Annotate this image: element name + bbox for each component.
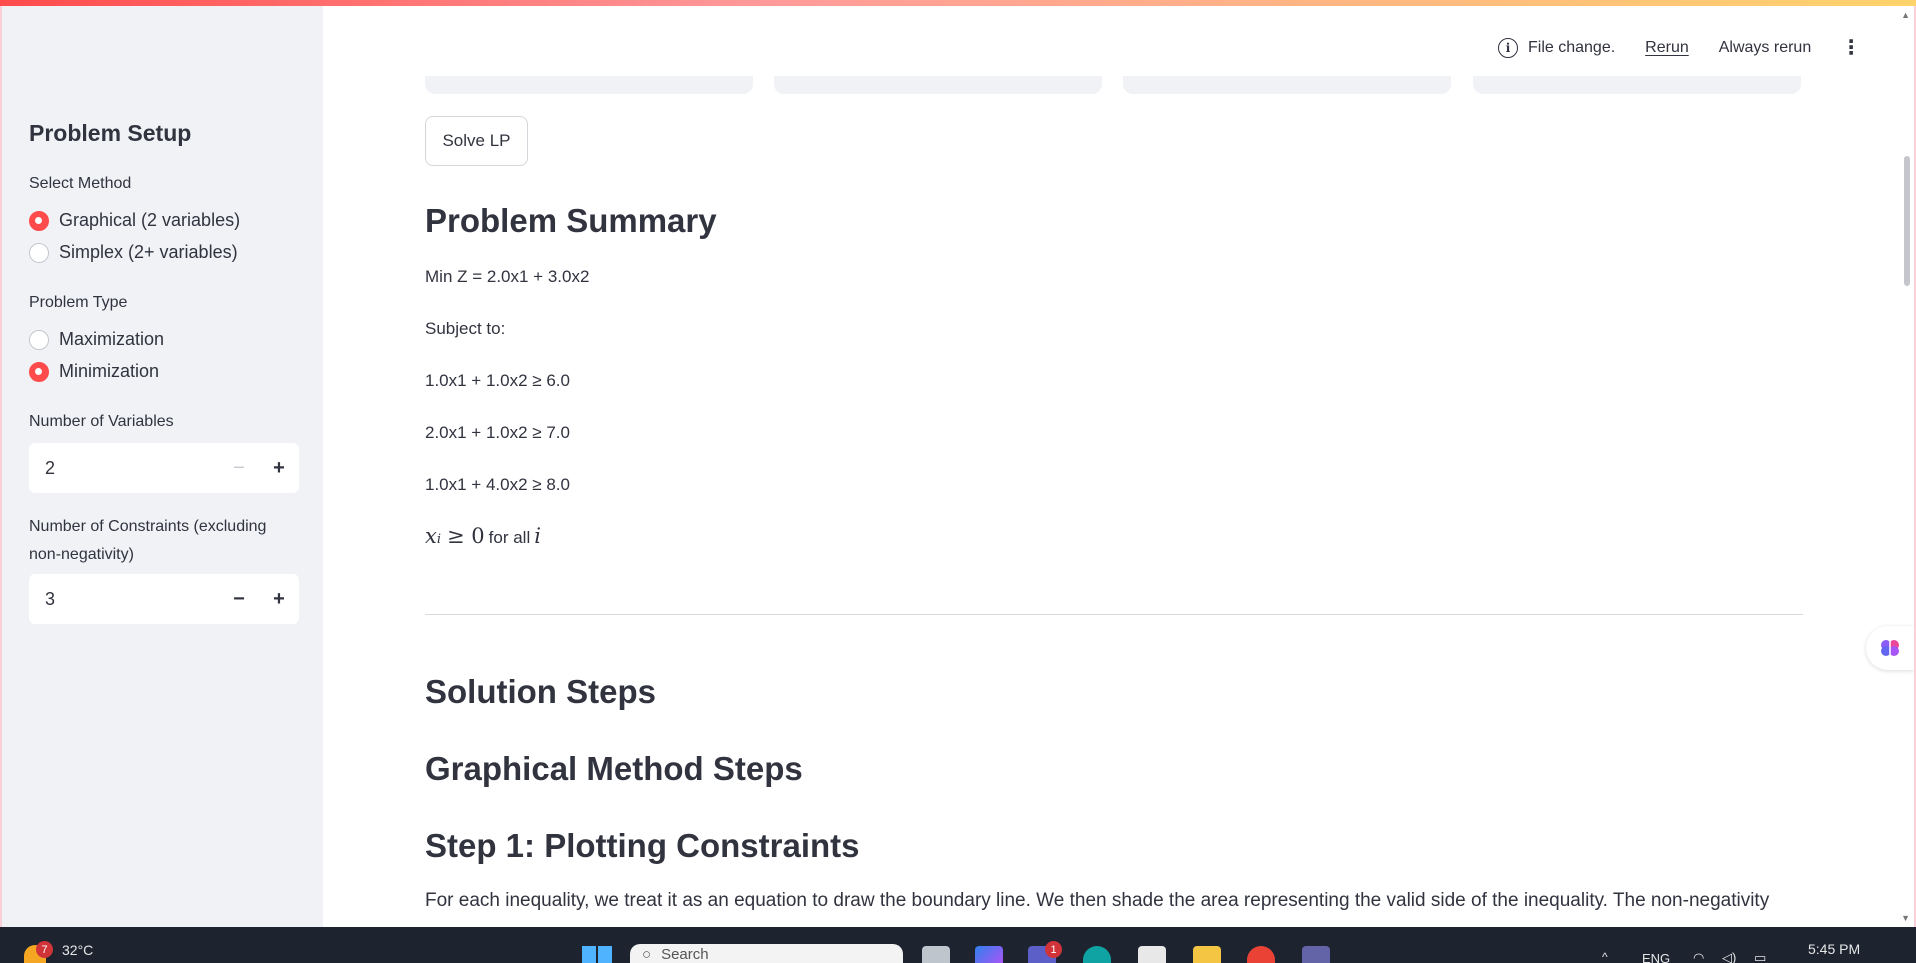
rerun-button[interactable]: Rerun [1645, 39, 1689, 57]
os-taskbar: 7 32°C [0, 927, 1916, 963]
taskbar-search-input[interactable]: ○ Search [630, 944, 903, 963]
scrollbar-thumb[interactable] [1904, 156, 1910, 286]
file-manager-icon[interactable] [922, 946, 950, 963]
non-negativity-text: for all [488, 528, 531, 547]
radio-label: Maximization [59, 329, 165, 349]
math-relation: ≥ 0 [447, 524, 485, 548]
app-window: Problem Setup Select Method Graphical (2… [2, 6, 1914, 927]
increment-button[interactable]: + [259, 574, 299, 624]
math-subscript: i [436, 532, 442, 547]
tray-chevron-icon[interactable]: ^ [1602, 950, 1608, 963]
solve-lp-button[interactable]: Solve LP [425, 116, 528, 166]
step1-description: For each inequality, we treat it as an e… [425, 890, 1770, 911]
constraint-2: 2.0x1 + 1.0x2 ≥ 7.0 [425, 423, 570, 442]
decrement-button[interactable]: − [219, 443, 259, 493]
num-variables-value[interactable]: 2 [29, 458, 219, 479]
problem-type-label: Problem Type [29, 294, 128, 311]
always-rerun-button[interactable]: Always rerun [1719, 39, 1811, 57]
radio-graphical[interactable]: Graphical (2 variables) [29, 210, 240, 231]
scroll-down-arrow-icon[interactable]: ▼ [1901, 913, 1910, 923]
decrement-button[interactable]: − [219, 574, 259, 624]
wifi-icon[interactable]: ◠ [1693, 950, 1704, 963]
store-icon[interactable] [1138, 946, 1166, 963]
sidebar: Problem Setup Select Method Graphical (2… [2, 6, 323, 927]
teams-badge: 1 [1045, 941, 1062, 958]
math-index: i [534, 524, 541, 548]
temperature: 32°C [62, 942, 94, 958]
scroll-up-arrow-icon[interactable]: ▲ [1901, 10, 1910, 20]
section-divider [425, 614, 1803, 615]
select-method-label: Select Method [29, 175, 132, 192]
step1-heading: Step 1: Plotting Constraints [425, 827, 860, 864]
solution-steps-heading: Solution Steps [425, 673, 656, 710]
num-constraints-value[interactable]: 3 [29, 589, 219, 610]
clock-time[interactable]: 5:45 PM [1808, 941, 1860, 957]
brain-assistant-icon[interactable] [1866, 626, 1914, 670]
language-indicator[interactable]: ENG [1642, 951, 1670, 963]
subject-to-label: Subject to: [425, 319, 506, 338]
file-change-status: File change. [1528, 39, 1616, 56]
radio-checked-icon [29, 361, 49, 382]
math-variable: x [425, 524, 437, 548]
radio-checked-icon [29, 210, 49, 231]
radio-label: Minimization [59, 361, 160, 381]
sidebar-title: Problem Setup [29, 120, 192, 146]
radio-unchecked-icon [29, 329, 49, 350]
num-constraints-label: Number of Constraints (excluding [29, 518, 267, 535]
windows-start-icon[interactable] [582, 946, 612, 963]
info-icon: i [1498, 38, 1518, 58]
increment-button[interactable]: + [259, 443, 299, 493]
input-card [1473, 76, 1801, 94]
constraint-1: 1.0x1 + 1.0x2 ≥ 6.0 [425, 371, 570, 390]
num-constraints-stepper: 3 − + [29, 574, 299, 624]
non-negativity-constraint: xi ≥ 0 for all i [425, 524, 541, 548]
search-icon: ○ [642, 946, 652, 963]
num-variables-label: Number of Variables [29, 413, 174, 430]
radio-unchecked-icon [29, 242, 49, 263]
volume-icon[interactable]: ◁) [1722, 950, 1736, 963]
main-content: Solve LP Problem Summary Min Z = 2.0x1 +… [323, 6, 1893, 927]
radio-simplex[interactable]: Simplex (2+ variables) [29, 242, 238, 263]
graphical-method-heading: Graphical Method Steps [425, 750, 803, 787]
problem-summary-heading: Problem Summary [425, 202, 717, 239]
search-placeholder: Search [661, 946, 709, 963]
battery-icon[interactable]: ▭ [1754, 950, 1766, 963]
objective-function: Min Z = 2.0x1 + 3.0x2 [425, 267, 590, 286]
radio-label: Graphical (2 variables) [59, 210, 241, 230]
teams-alt-icon[interactable] [1302, 946, 1330, 963]
app-header: i File change. Rerun Always rerun ⋮ [1498, 34, 1861, 62]
radio-minimization[interactable]: Minimization [29, 361, 159, 382]
more-options-icon[interactable]: ⋮ [1841, 38, 1861, 58]
input-card [425, 76, 753, 94]
copilot-icon[interactable] [975, 946, 1003, 963]
input-card [1123, 76, 1451, 94]
radio-label: Simplex (2+ variables) [59, 242, 238, 262]
constraint-3: 1.0x1 + 4.0x2 ≥ 8.0 [425, 475, 570, 494]
radio-maximization[interactable]: Maximization [29, 329, 164, 350]
input-card [774, 76, 1102, 94]
num-variables-stepper: 2 − + [29, 443, 299, 493]
num-constraints-label-line2: non-negativity) [29, 546, 134, 563]
weather-badge: 7 [36, 941, 53, 958]
folder-icon[interactable] [1193, 946, 1221, 963]
